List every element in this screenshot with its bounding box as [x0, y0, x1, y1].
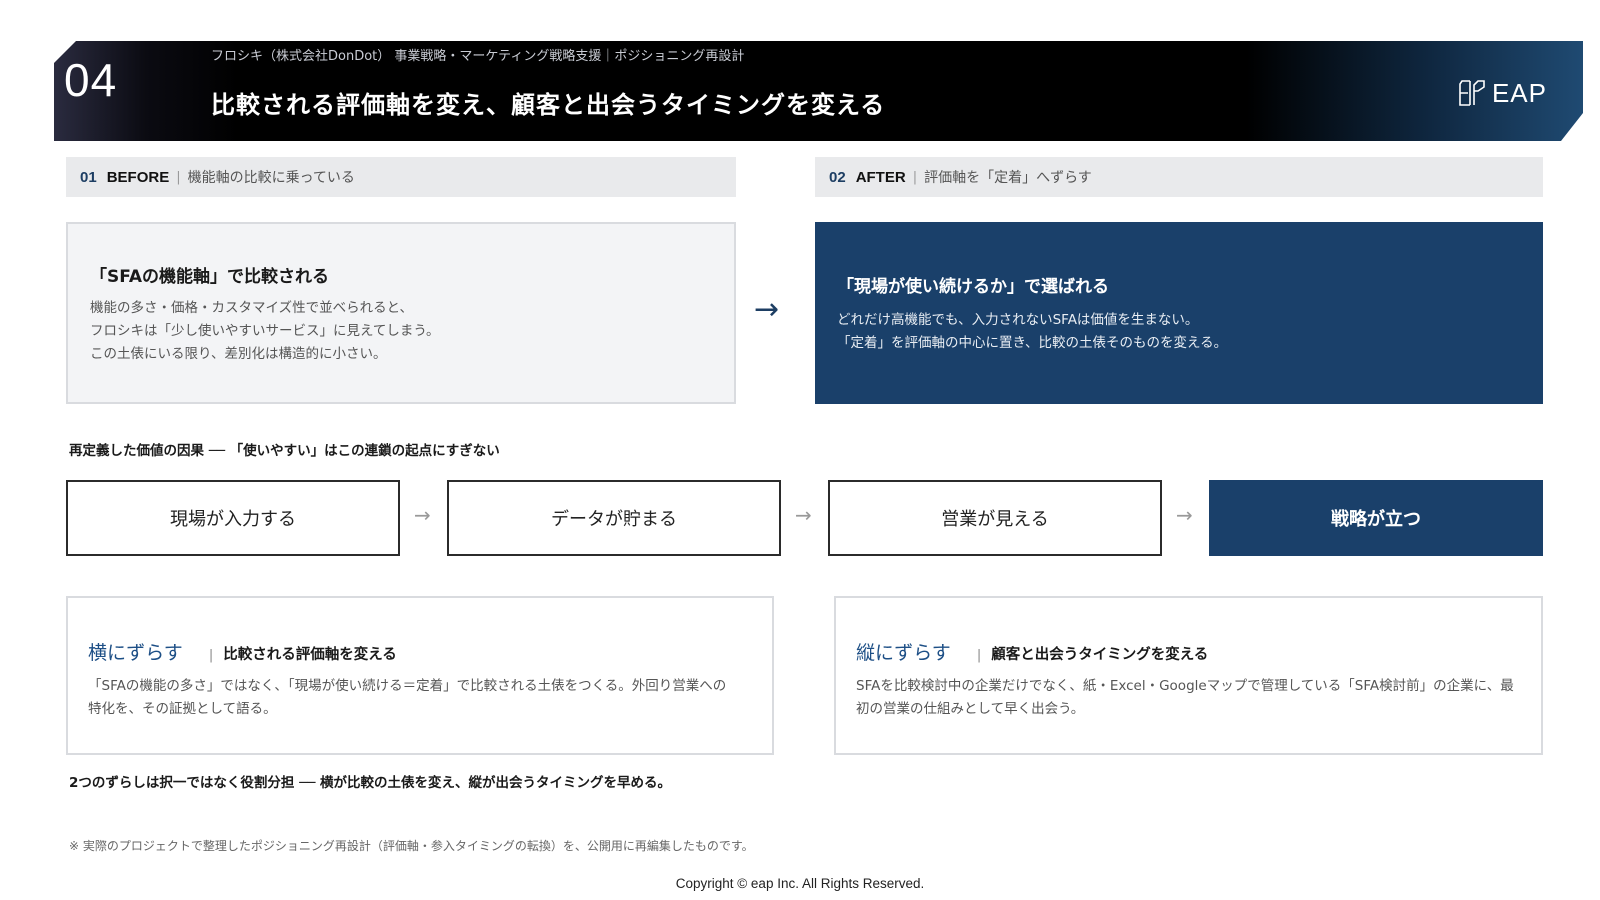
card-title: 横にずらす	[88, 642, 183, 664]
chain-step: 営業が見える	[828, 480, 1162, 556]
before-box: 「SFAの機能軸」で比較される 機能の多さ・価格・カスタマイズ性で並べられると、…	[66, 222, 736, 404]
after-line: 「定着」を評価軸の中心に置き、比較の土俵そのものを変える。	[837, 335, 1228, 351]
after-desc: 評価軸を「定着」へずらす	[924, 170, 1092, 186]
section-number: 04	[64, 54, 118, 106]
after-line: どれだけ高機能でも、入力されないSFAは価値を生まない。	[837, 312, 1199, 328]
card-divider: |	[208, 648, 214, 663]
chain-arrow-icon: →	[795, 503, 812, 527]
card-line: 初の営業の仕組みとして早く出会う。	[856, 701, 1085, 717]
after-box-title: 「現場が使い続けるか」で選ばれる	[837, 277, 1109, 297]
before-desc: 機能軸の比較に乗っている	[187, 170, 355, 186]
card-subtitle: 顧客と出会うタイミングを変える	[991, 647, 1209, 663]
chain-arrow-icon: →	[1176, 503, 1193, 527]
logo-text: EAP	[1491, 77, 1547, 108]
card-divider: |	[976, 648, 982, 663]
before-key: BEFORE	[106, 168, 170, 186]
before-label-bar: 01 BEFORE | 機能軸の比較に乗っている	[66, 157, 736, 197]
chain-step-final: 戦略が立つ	[1209, 480, 1543, 556]
page-title: 比較される評価軸を変え、顧客と出会うタイミングを変える	[211, 91, 886, 119]
before-line: この土俵にいる限り、差別化は構造的に小さい。	[90, 346, 387, 362]
eap-logo: EAP	[1456, 77, 1547, 109]
before-to-after-arrow-icon: →	[754, 292, 780, 327]
after-label-bar: 02 AFTER | 評価軸を「定着」へずらす	[815, 157, 1543, 197]
card-vertical-shift: 縦にずらす | 顧客と出会うタイミングを変える SFAを比較検討中の企業だけでな…	[834, 596, 1543, 755]
label-divider: |	[176, 169, 181, 185]
after-box: 「現場が使い続けるか」で選ばれる どれだけ高機能でも、入力されないSFAは価値を…	[815, 222, 1543, 404]
after-key: AFTER	[855, 168, 906, 186]
card-title: 縦にずらす	[856, 642, 951, 664]
before-number: 01	[80, 168, 97, 186]
card-line: SFAを比較検討中の企業だけでなく、紙・Excel・Googleマップで管理して…	[856, 678, 1514, 694]
chain-step: データが貯まる	[447, 480, 781, 556]
summary-text: 2つのずらしは択一ではなく役割分担 ── 横が比較の土俵を変え、縦が出会うタイミ…	[69, 775, 672, 791]
copyright: Copyright © eap Inc. All Rights Reserved…	[675, 876, 925, 891]
footnote: ※ 実際のプロジェクトで整理したポジショニング再設計（評価軸・参入タイミングの転…	[69, 839, 754, 853]
chain-heading: 再定義した価値の因果 ── 「使いやすい」はこの連鎖の起点にすぎない	[69, 443, 500, 459]
before-line: 機能の多さ・価格・カスタマイズ性で並べられると、	[90, 300, 414, 316]
card-line: 特化を、その証拠として語る。	[88, 701, 277, 717]
label-divider: |	[912, 169, 918, 185]
header-banner: 04 フロシキ（株式会社DonDot） 事業戦略・マーケティング戦略支援｜ポジシ…	[54, 41, 1583, 141]
before-box-title: 「SFAの機能軸」で比較される	[90, 267, 330, 287]
before-line: フロシキは「少し使いやすいサービス」に見えてしまう。	[90, 323, 440, 339]
header-subtitle: フロシキ（株式会社DonDot） 事業戦略・マーケティング戦略支援｜ポジショニン…	[211, 49, 745, 64]
eap-logo-icon	[1456, 77, 1488, 109]
after-number: 02	[829, 168, 846, 186]
chain-arrow-icon: →	[414, 503, 431, 527]
chain-step: 現場が入力する	[66, 480, 400, 556]
card-subtitle: 比較される評価軸を変える	[223, 647, 397, 663]
card-line: 「SFAの機能の多さ」ではなく、「現場が使い続ける＝定着」で比較される土俵をつく…	[88, 678, 727, 694]
card-horizontal-shift: 横にずらす | 比較される評価軸を変える 「SFAの機能の多さ」ではなく、「現場…	[66, 596, 774, 755]
